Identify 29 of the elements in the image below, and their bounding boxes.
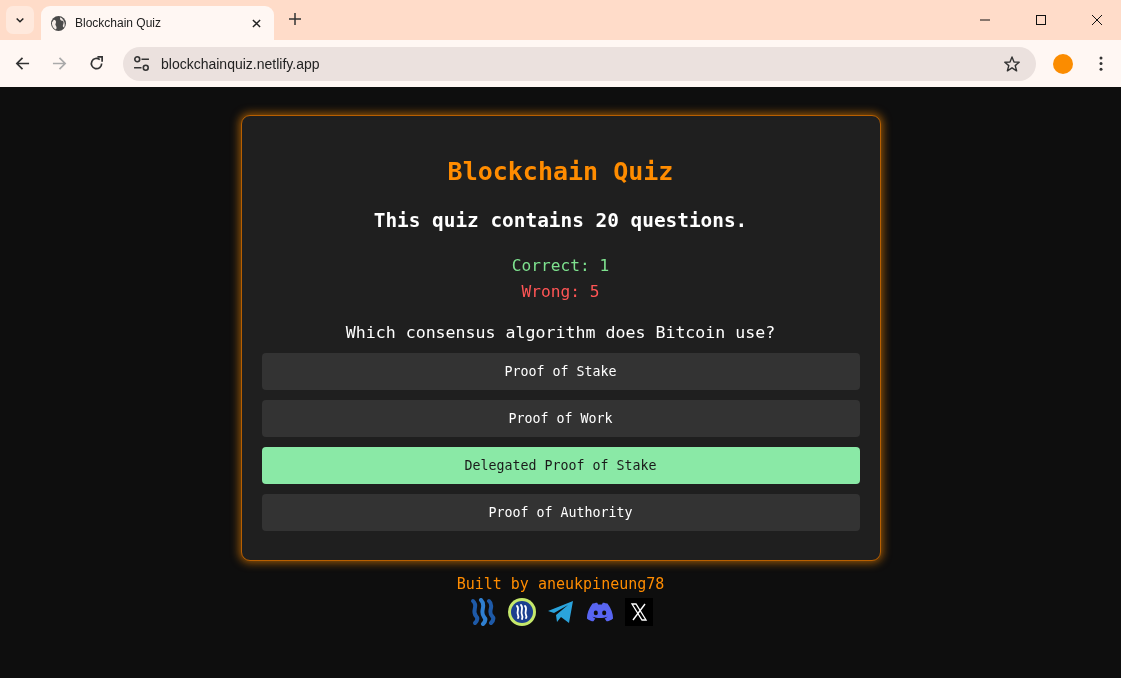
correct-count: Correct: 1 <box>511 255 610 277</box>
reload-icon[interactable] <box>89 56 104 71</box>
answer-option[interactable]: Proof of Stake <box>261 353 860 390</box>
wavy-lines-icon[interactable] <box>468 598 497 626</box>
tab-title: Blockchain Quiz <box>75 16 163 30</box>
maximize-icon[interactable] <box>1036 15 1046 25</box>
paper-plane-icon[interactable] <box>546 598 575 626</box>
credit-text: Built by aneukpineung78 <box>456 574 665 594</box>
wrong-count: Wrong: 5 <box>521 281 600 303</box>
circle-logo-icon[interactable] <box>507 598 536 626</box>
globe-icon <box>51 15 66 31</box>
address-text: blockchainquiz.netlify.app <box>161 55 321 72</box>
answer-option[interactable]: Proof of Authority <box>261 494 860 531</box>
x-logo-icon[interactable] <box>624 598 653 626</box>
browser-tab[interactable]: Blockchain Quiz <box>41 6 274 40</box>
back-arrow-icon[interactable] <box>15 56 30 71</box>
site-settings-icon[interactable] <box>133 56 150 71</box>
quiz-title: Blockchain Quiz <box>447 157 674 187</box>
close-icon[interactable] <box>252 18 261 28</box>
answer-option[interactable]: Proof of Work <box>261 400 860 437</box>
chevron-down-icon <box>15 16 25 24</box>
close-icon[interactable] <box>1092 15 1102 25</box>
star-icon[interactable] <box>1004 55 1020 72</box>
quiz-subtitle: This quiz contains 20 questions. <box>373 208 748 234</box>
menu-icon[interactable] <box>1099 56 1103 71</box>
answer-option[interactable]: Delegated Proof of Stake <box>261 447 860 484</box>
question-text: Which consensus algorithm does Bitcoin use? <box>345 322 776 344</box>
address-bar[interactable]: blockchainquiz.netlify.app <box>123 46 1036 81</box>
plus-icon[interactable] <box>289 13 301 25</box>
